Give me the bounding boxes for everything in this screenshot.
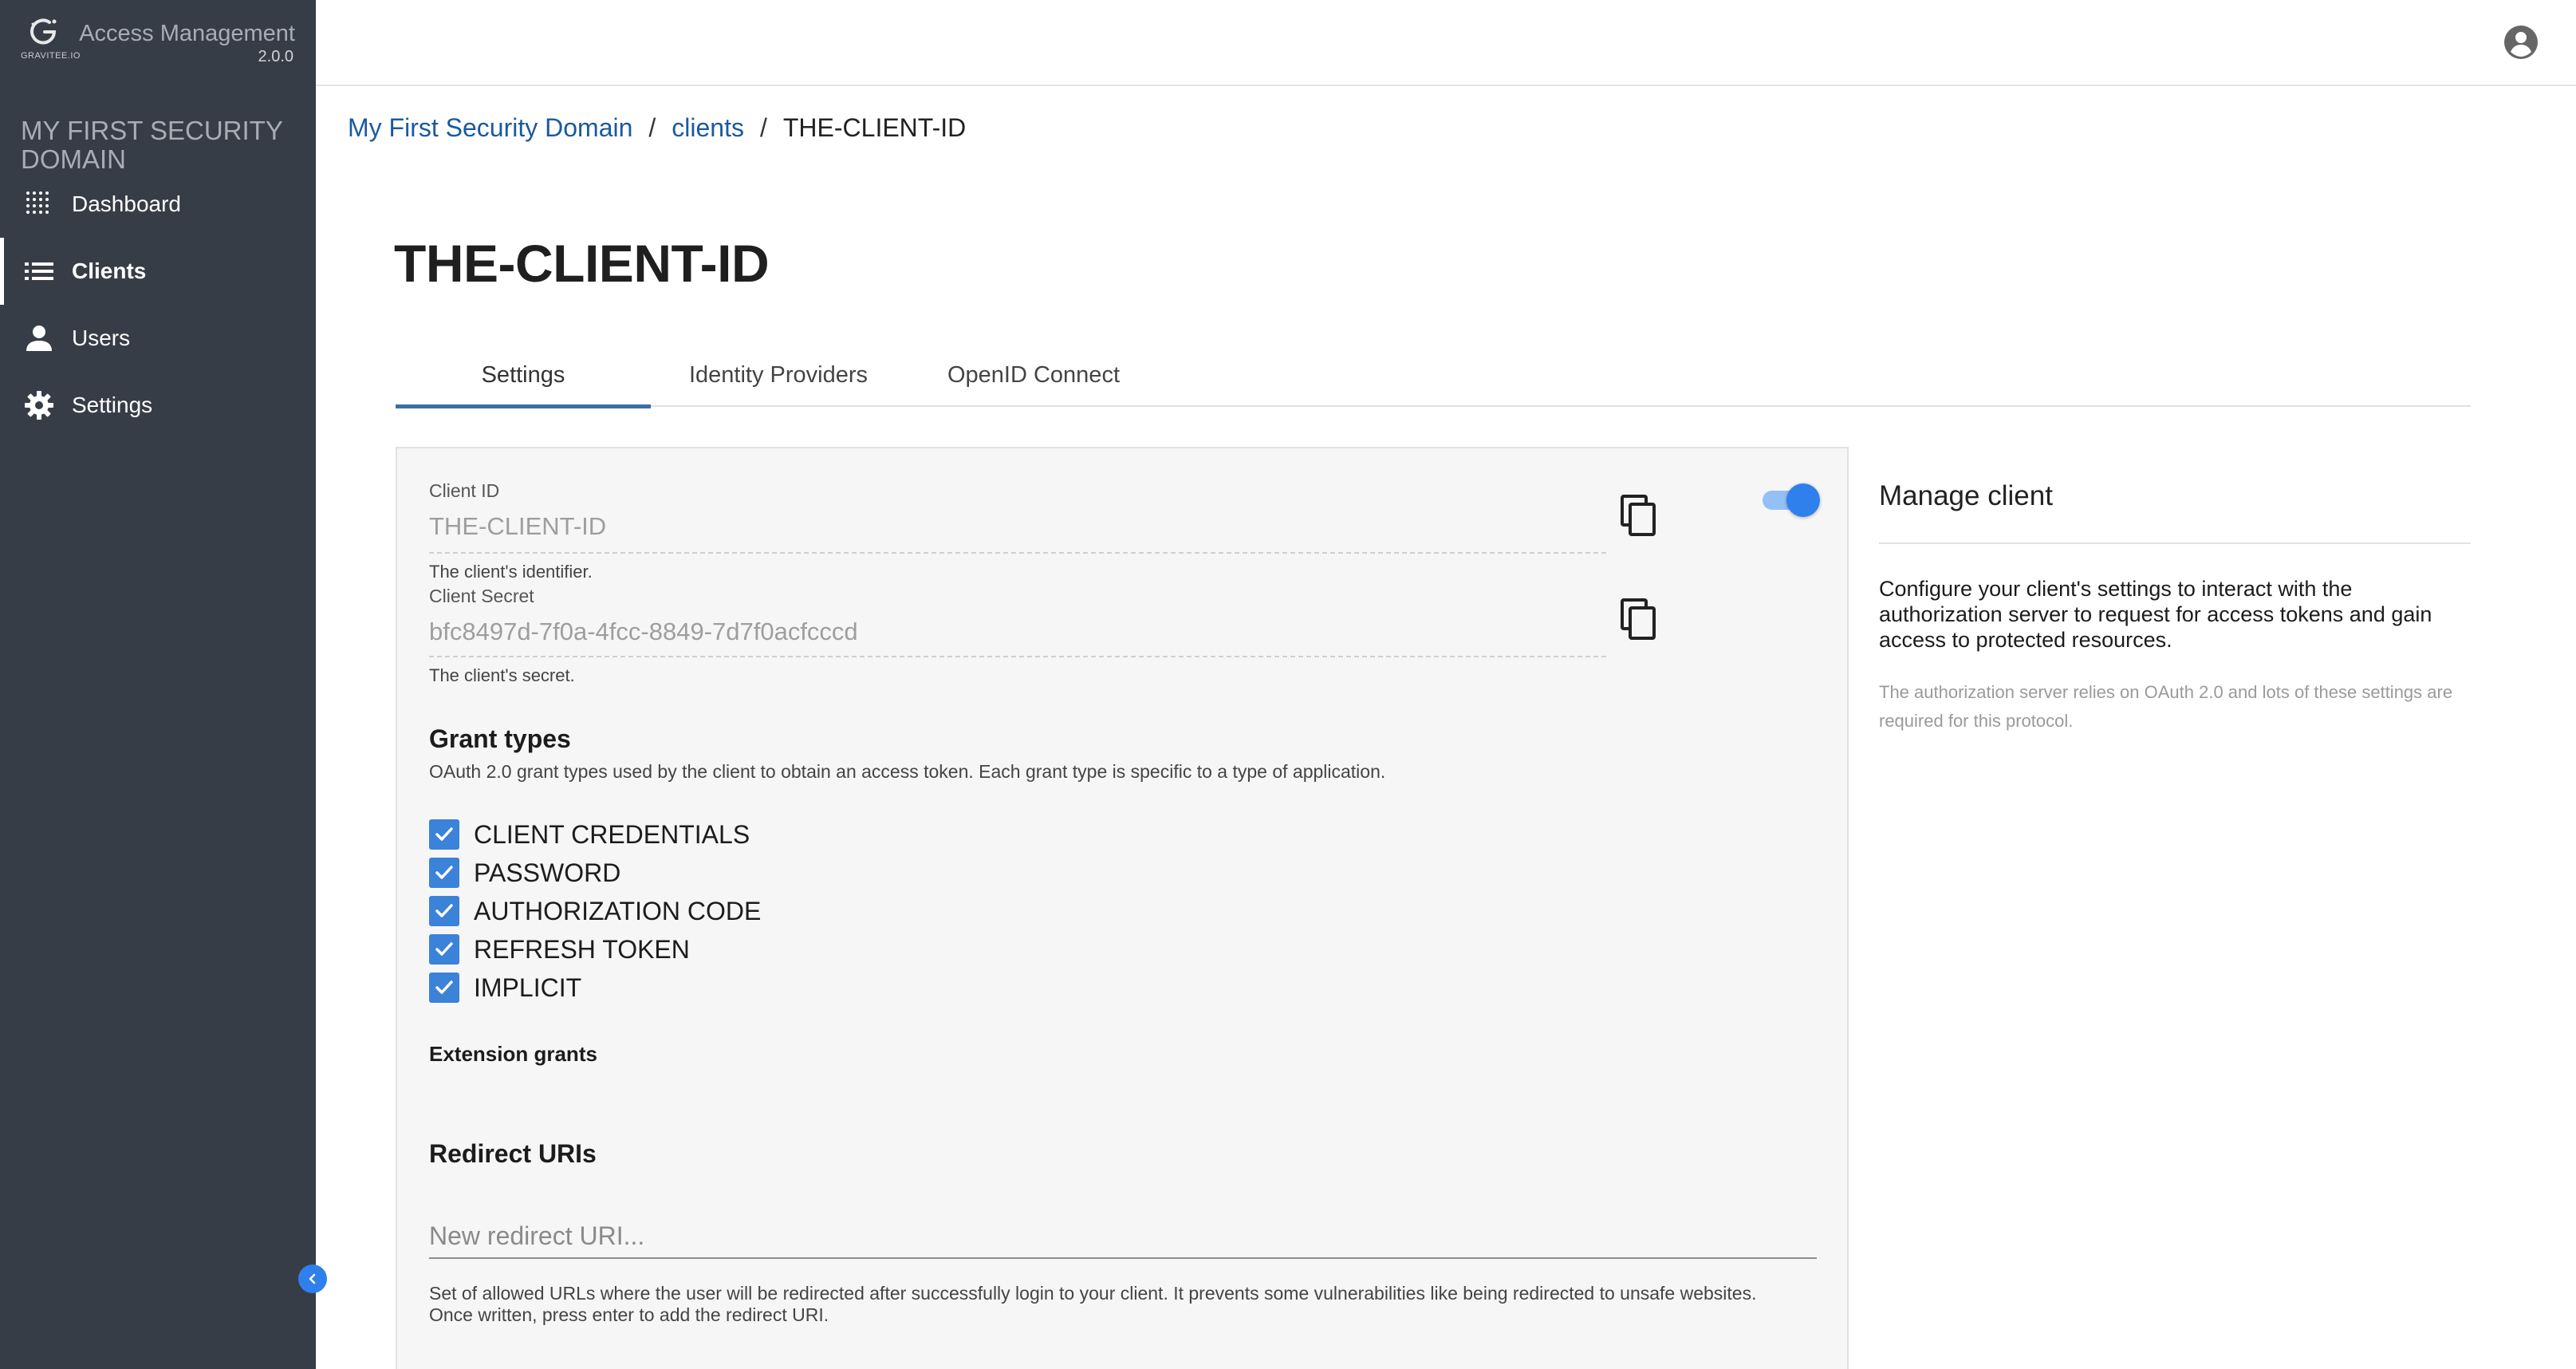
sidebar-item-label: Dashboard — [72, 191, 181, 216]
grant-label: REFRESH TOKEN — [474, 934, 690, 964]
gear-icon — [21, 387, 57, 424]
sidebar-item-label: Clients — [72, 258, 147, 283]
tab-settings[interactable]: Settings — [396, 343, 651, 408]
info-note: The authorization server relies on OAuth… — [1879, 682, 2453, 731]
gravitee-logo-icon — [30, 18, 57, 45]
sidebar-collapse-button[interactable] — [298, 1264, 327, 1293]
sidebar-item-label: Users — [72, 325, 131, 350]
extension-grants-title: Extension grants — [429, 1042, 597, 1066]
checkbox-checked-icon — [429, 973, 459, 1003]
grant-types-description: OAuth 2.0 grant types used by the client… — [429, 761, 1386, 782]
list-icon — [21, 253, 57, 290]
client-secret-label: Client Secret — [429, 586, 534, 606]
client-settings-card: Client ID THE-CLIENT-ID The client's ide… — [396, 447, 1849, 1369]
grant-checkbox-refresh-token[interactable]: REFRESH TOKEN — [429, 932, 690, 967]
grant-label: PASSWORD — [474, 858, 621, 887]
checkbox-checked-icon — [429, 934, 459, 965]
redirect-uri-hint: Set of allowed URLs where the user will … — [429, 1283, 1757, 1325]
account-circle-icon[interactable] — [2503, 24, 2539, 61]
grant-checkbox-authorization-code[interactable]: AUTHORIZATION CODE — [429, 894, 761, 929]
grant-label: CLIENT CREDENTIALS — [474, 819, 750, 849]
app-version: 2.0.0 — [258, 48, 293, 65]
toggle-thumb — [1786, 483, 1820, 517]
checkbox-checked-icon — [429, 819, 459, 850]
copy-client-secret-icon[interactable] — [1619, 598, 1659, 641]
info-body: Configure your client's settings to inte… — [1879, 577, 2432, 652]
client-enabled-toggle[interactable] — [1759, 482, 1820, 517]
app-name: Access Management — [79, 21, 295, 46]
client-id-label: Client ID — [429, 480, 500, 501]
info-divider — [1879, 542, 2471, 544]
checkbox-checked-icon — [429, 858, 459, 888]
sidebar-item-users[interactable]: Users — [0, 305, 316, 372]
breadcrumb-separator: / — [759, 113, 767, 142]
person-icon — [21, 320, 57, 357]
grant-label: IMPLICIT — [474, 973, 582, 1002]
copy-client-id-icon[interactable] — [1619, 495, 1659, 538]
breadcrumb-link-clients[interactable]: clients — [672, 113, 744, 143]
top-bar — [316, 0, 2576, 86]
client-id-underline — [429, 552, 1606, 554]
breadcrumb-current: THE-CLIENT-ID — [782, 113, 967, 142]
grant-checkbox-password[interactable]: PASSWORD — [429, 855, 620, 890]
grant-checkbox-implicit[interactable]: IMPLICIT — [429, 970, 581, 1005]
client-id-field[interactable]: THE-CLIENT-ID — [429, 512, 606, 541]
breadcrumb: My First Security Domain / clients / THE… — [348, 113, 966, 143]
sidebar-item-settings[interactable]: Settings — [0, 372, 316, 439]
chevron-left-icon — [309, 1273, 316, 1284]
client-secret-field[interactable]: bfc8497d-7f0a-4fcc-8849-7d7f0acfcccd — [429, 617, 858, 646]
info-title: Manage client — [1879, 480, 2053, 511]
security-domain-title: MY FIRST SECURITY DOMAIN — [21, 116, 283, 174]
grant-label: AUTHORIZATION CODE — [474, 896, 762, 925]
sidebar-item-label: Settings — [72, 393, 153, 417]
sidebar: GRAVITEE.IO Access Management 2.0.0 MY F… — [0, 0, 316, 1369]
page-title: THE-CLIENT-ID — [394, 234, 770, 293]
sidebar-item-dashboard[interactable]: Dashboard — [0, 171, 316, 238]
client-secret-underline — [429, 656, 1606, 657]
grant-checkbox-client-credentials[interactable]: CLIENT CREDENTIALS — [429, 817, 750, 852]
client-id-hint: The client's identifier. — [429, 562, 593, 582]
app-logo-area[interactable]: GRAVITEE.IO Access Management 2.0.0 — [0, 0, 316, 86]
tab-bar: Settings Identity Providers OpenID Conne… — [396, 343, 2471, 408]
brand-sub-label: GRAVITEE.IO — [21, 51, 81, 61]
dashboard-icon — [21, 186, 57, 223]
grant-types-title: Grant types — [429, 724, 571, 753]
sidebar-item-clients[interactable]: Clients — [0, 238, 316, 305]
breadcrumb-link-domain[interactable]: My First Security Domain — [348, 113, 632, 143]
redirect-uri-input[interactable] — [429, 1214, 1817, 1259]
client-secret-hint: The client's secret. — [429, 665, 575, 685]
checkbox-checked-icon — [429, 896, 459, 926]
tab-openid-connect[interactable]: OpenID Connect — [906, 343, 1161, 407]
redirect-uris-title: Redirect URIs — [429, 1139, 597, 1168]
breadcrumb-separator: / — [648, 113, 656, 142]
tab-identity-providers[interactable]: Identity Providers — [651, 343, 906, 407]
